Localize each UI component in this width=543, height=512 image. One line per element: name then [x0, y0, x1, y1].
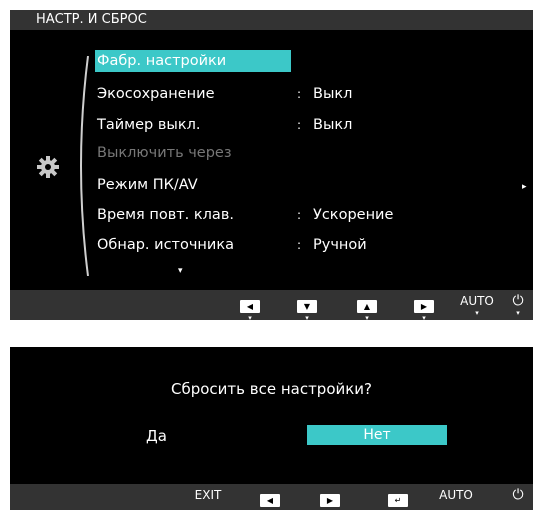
no-option[interactable]: Нет	[307, 425, 447, 445]
scroll-down-icon: ▾	[178, 266, 183, 276]
dialog-button-bar: EXIT ◀ ▶ ↵ AUTO ⏻	[10, 484, 533, 510]
left-icon: ◀	[260, 494, 280, 507]
enter-button[interactable]: ↵	[383, 488, 413, 512]
menu-title: НАСТР. И СБРОС	[10, 10, 533, 30]
menu-value-off-timer: : Выкл	[297, 117, 353, 133]
menu-value-eco-saving: : Выкл	[297, 86, 353, 102]
right-icon: ▶	[414, 300, 434, 313]
reset-confirm-dialog: Сбросить все настройки? Да Нет EXIT ◀ ▶ …	[10, 347, 533, 510]
power-button[interactable]: ⏻ ▾	[503, 294, 533, 318]
down-icon: ▼	[297, 300, 317, 313]
up-button[interactable]: ▲ ▾	[352, 294, 382, 322]
menu-item-label: Выключить через	[97, 145, 232, 161]
exit-button[interactable]: EXIT	[188, 488, 228, 512]
up-icon: ▲	[357, 300, 377, 313]
menu-item-label: Экосохранение	[97, 86, 215, 102]
power-button[interactable]: ⏻	[503, 488, 533, 512]
right-button[interactable]: ▶ ▾	[409, 294, 439, 322]
power-icon: ⏻	[512, 293, 524, 309]
menu-item-label: Фабр. настройки	[97, 53, 227, 69]
menu-value-source-detection: : Ручной	[297, 237, 367, 253]
right-button[interactable]: ▶	[315, 488, 345, 512]
menu-item-label: Режим ПК/AV	[97, 177, 198, 193]
right-icon: ▶	[320, 494, 340, 507]
power-icon: ⏻	[512, 487, 524, 503]
submenu-arrow-icon: ▸	[522, 182, 527, 192]
yes-option[interactable]: Да	[146, 425, 167, 447]
left-button[interactable]: ◀ ▾	[235, 294, 265, 322]
menu-item-turn-off-after: Выключить через	[95, 142, 232, 164]
menu-item-pc-av-mode[interactable]: Режим ПК/AV	[95, 174, 198, 196]
auto-button[interactable]: AUTO ▾	[457, 294, 497, 318]
settings-menu-panel: НАСТР. И СБРОС Фабр. настройки Экосохран…	[10, 10, 533, 322]
menu-item-label: Таймер выкл.	[97, 117, 201, 133]
down-button[interactable]: ▼ ▾	[292, 294, 322, 322]
left-button[interactable]: ◀	[255, 488, 285, 512]
left-icon: ◀	[240, 300, 260, 313]
enter-icon: ↵	[388, 494, 408, 507]
menu-item-key-repeat-time[interactable]: Время повт. клав.	[95, 204, 234, 226]
menu-item-label: Время повт. клав.	[97, 207, 234, 223]
menu-item-eco-saving[interactable]: Экосохранение	[95, 83, 215, 105]
menu-item-off-timer[interactable]: Таймер выкл.	[95, 114, 200, 136]
menu-item-source-detection[interactable]: Обнар. источника	[95, 234, 234, 256]
menu-value-key-repeat-time: : Ускорение	[297, 207, 394, 223]
menu-button-bar: ◀ ▾ ▼ ▾ ▲ ▾ ▶ ▾ AUTO ▾ ⏻ ▾	[10, 290, 533, 322]
dialog-question: Сбросить все настройки?	[170, 380, 373, 398]
gear-icon	[37, 156, 59, 178]
menu-item-label: Обнар. источника	[97, 237, 234, 253]
auto-button[interactable]: AUTO	[436, 488, 476, 512]
menu-item-factory-reset[interactable]: Фабр. настройки	[95, 50, 291, 72]
